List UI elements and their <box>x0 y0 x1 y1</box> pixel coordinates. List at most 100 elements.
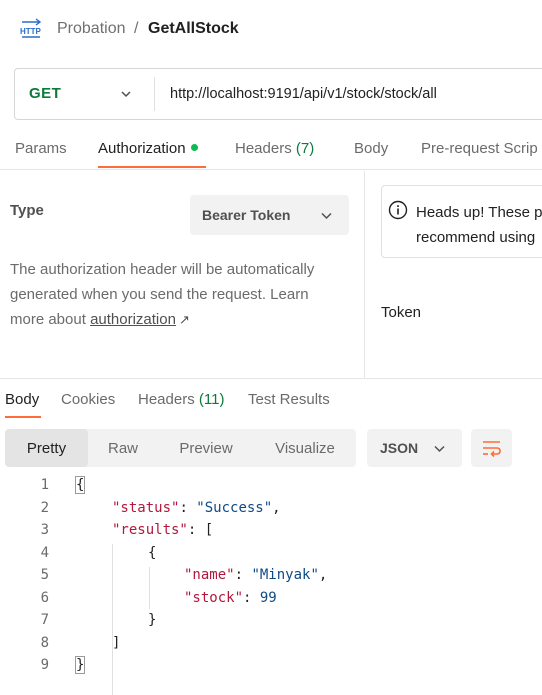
response-body-viewer[interactable]: 1 { 2 "status": "Success", 3 "results": … <box>0 474 542 695</box>
line-number: 5 <box>40 567 49 583</box>
breadcrumb-collection[interactable]: Probation <box>57 20 126 38</box>
code-text: "name": "Minyak", <box>184 567 328 583</box>
svg-text:HTTP: HTTP <box>20 27 42 36</box>
json-brace: { <box>74 476 86 494</box>
chevron-down-icon[interactable] <box>119 87 133 101</box>
auth-desc-text: more about <box>10 311 86 328</box>
json-value: "Success" <box>196 499 273 516</box>
wrap-lines-button[interactable] <box>471 429 512 467</box>
code-text: "stock": 99 <box>184 589 277 606</box>
breadcrumb-separator: / <box>134 20 139 37</box>
info-banner: Heads up! These p recommend using <box>381 185 542 258</box>
auth-desc-line: generated when you send the request. Lea… <box>10 286 309 303</box>
tab-params-label: Params <box>15 140 67 157</box>
request-title[interactable]: GetAllStock <box>148 20 239 38</box>
tab-headers-label: Headers <box>235 140 292 157</box>
tab-response-body[interactable]: Body <box>5 391 39 408</box>
auth-status-dot <box>190 144 198 151</box>
code-line: 9 } <box>0 654 542 676</box>
json-value: "Minyak" <box>251 567 319 583</box>
tab-pre-request-label: Pre-request Scrip <box>421 140 538 157</box>
tab-pre-request-script[interactable]: Pre-request Scrip <box>421 140 538 157</box>
line-number: 6 <box>40 589 49 606</box>
request-tabs: Params Authorization Headers (7) Body Pr… <box>0 126 542 170</box>
line-number: 9 <box>40 657 49 673</box>
json-key: "name" <box>184 567 235 583</box>
tab-test-results[interactable]: Test Results <box>248 391 330 408</box>
view-raw-button[interactable]: Raw <box>88 429 158 467</box>
tab-response-headers-label: Headers <box>138 391 195 408</box>
tab-params[interactable]: Params <box>15 140 67 157</box>
json-brace: } <box>74 656 86 674</box>
json-key: "results" <box>112 522 188 538</box>
request-header: HTTP Probation / GetAllStock <box>0 0 542 58</box>
info-line: recommend using <box>416 229 536 246</box>
authorization-panel: Type Bearer Token The authorization head… <box>0 171 364 378</box>
wrap-lines-icon <box>483 441 501 458</box>
auth-desc-line: more about authorization ↗ <box>10 307 350 332</box>
tab-headers-count: (7) <box>295 140 315 157</box>
view-pretty-button[interactable]: Pretty <box>5 429 88 467</box>
code-line: 3 "results": [ <box>0 519 542 541</box>
code-line: 4 { <box>0 542 542 564</box>
line-number: 4 <box>40 544 49 561</box>
info-text: Heads up! These p recommend using <box>416 200 542 250</box>
code-line: 8 ] <box>0 632 542 654</box>
active-response-tab-indicator <box>5 416 41 418</box>
json-bracket: ] <box>112 634 121 651</box>
code-text: } <box>74 656 86 674</box>
tab-response-cookies[interactable]: Cookies <box>61 391 115 408</box>
tab-response-headers[interactable]: Headers (11) <box>138 391 224 408</box>
json-brace: } <box>148 612 157 628</box>
info-icon <box>388 200 408 220</box>
tab-body-label: Body <box>354 140 389 157</box>
code-text: { <box>74 476 86 494</box>
panel-divider <box>364 171 365 378</box>
tab-response-body-label: Body <box>5 391 40 408</box>
code-text: { <box>148 545 156 561</box>
token-label: Token <box>381 304 422 321</box>
code-line: 1 { <box>0 474 542 496</box>
code-line: 7 } <box>0 609 542 631</box>
code-line: 5 "name": "Minyak", <box>0 564 542 586</box>
json-key: "stock" <box>184 589 244 606</box>
tab-authorization[interactable]: Authorization <box>98 140 198 157</box>
tab-headers[interactable]: Headers (7) <box>235 140 314 157</box>
chevron-down-icon <box>321 212 332 220</box>
code-line: 2 "status": "Success", <box>0 497 542 519</box>
line-number: 3 <box>40 522 49 538</box>
http-request-icon: HTTP <box>20 18 42 38</box>
json-brace: { <box>148 544 157 561</box>
line-number: 1 <box>40 477 49 493</box>
tab-body[interactable]: Body <box>354 140 388 157</box>
external-link-icon: ↗ <box>178 312 190 327</box>
json-key: "status" <box>112 499 180 516</box>
view-mode-toggle: Pretty Raw Preview Visualize <box>5 429 356 467</box>
auth-type-select[interactable]: Bearer Token <box>190 195 349 235</box>
auth-type-label: Type <box>10 202 44 219</box>
format-value: JSON <box>380 440 419 456</box>
tab-authorization-label: Authorization <box>98 140 186 157</box>
view-preview-button[interactable]: Preview <box>158 429 254 467</box>
url-bar: GET http://localhost:9191/api/v1/stock/s… <box>14 68 542 120</box>
format-select[interactable]: JSON <box>367 429 462 467</box>
line-number: 8 <box>40 634 49 651</box>
active-tab-indicator <box>98 166 206 168</box>
line-number: 2 <box>40 499 49 516</box>
view-visualize-button[interactable]: Visualize <box>254 429 356 467</box>
url-input[interactable]: http://localhost:9191/api/v1/stock/stock… <box>170 86 437 102</box>
code-text: "status": "Success", <box>112 499 281 516</box>
auth-desc-line: The authorization header will be automat… <box>10 261 315 278</box>
response-tabs: Body Cookies Headers (11) Test Results <box>0 379 542 419</box>
code-line: 6 "stock": 99 <box>0 587 542 609</box>
auth-description: The authorization header will be automat… <box>10 257 350 332</box>
method-select[interactable]: GET <box>29 85 61 102</box>
chevron-down-icon <box>434 445 445 453</box>
line-number: 7 <box>40 612 49 628</box>
code-text: } <box>148 612 156 628</box>
authorization-link[interactable]: authorization <box>90 311 176 328</box>
tab-cookies-label: Cookies <box>61 391 116 408</box>
json-value: 99 <box>259 589 277 606</box>
code-text: "results": [ <box>112 522 214 538</box>
json-bracket: [ <box>204 522 214 538</box>
